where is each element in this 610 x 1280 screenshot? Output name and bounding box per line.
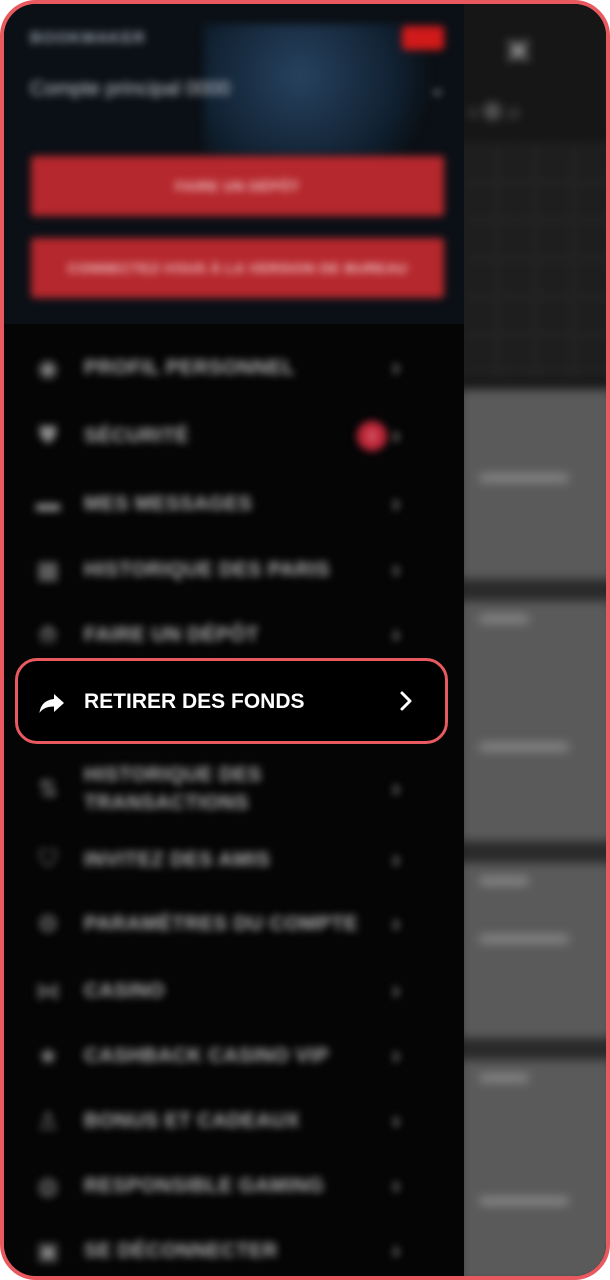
background-separator [459, 579, 606, 601]
language-flag-icon[interactable] [402, 26, 444, 50]
menu-item-label: CASHBACK CASINO VIP [84, 1045, 330, 1067]
background-separator [459, 841, 606, 863]
share-arrow-icon [36, 687, 68, 719]
chevron-right-icon: › [392, 977, 400, 1004]
shield-icon: ⛊ [39, 422, 57, 449]
deposit-button[interactable]: FAIRE UN DÉPÔT [31, 156, 444, 216]
phone-frame: ✕ › ⚙ ⌕ BOOKMAKER Compte principal 0000 … [0, 0, 610, 1280]
menu-item-account-settings[interactable]: ⚙ PARAMÈTRES DU COMPTE › [4, 892, 464, 956]
transactions-icon: ⇅ [37, 775, 59, 803]
menu-item-label: RESPONSIBLE GAMING [84, 1175, 325, 1197]
menu-item-label: PARAMÈTRES DU COMPTE [84, 913, 359, 935]
menu-item-messages[interactable]: ▬ MES MESSAGES › [4, 472, 464, 536]
chevron-right-icon: › [392, 354, 400, 381]
menu-item-cashback-vip[interactable]: ★ CASHBACK CASINO VIP › [4, 1024, 464, 1088]
deposit-icon: ⟰ [37, 621, 59, 649]
chevron-right-icon: › [392, 490, 400, 517]
background-separator [459, 1038, 606, 1060]
alert-badge: ! [357, 421, 387, 451]
envelope-icon: ▬ [36, 490, 60, 517]
chevron-right-icon: › [392, 621, 400, 648]
responsible-icon: ◍ [37, 1172, 59, 1200]
menu-item-withdraw-funds[interactable]: RETIRER DES FONDS [15, 658, 448, 744]
chevron-down-icon[interactable]: ⌄ [429, 76, 446, 101]
drawer-header: BOOKMAKER Compte principal 0000 ⌄ FAIRE … [4, 4, 464, 324]
menu-item-label: SÉCURITÉ [84, 425, 190, 447]
chevron-right-icon: › [392, 846, 400, 873]
background-grid [459, 144, 606, 379]
background-card [459, 389, 606, 579]
menu-item-label: PROFIL PERSONNEL [84, 357, 295, 379]
menu-item-label: CASINO [84, 980, 165, 1002]
chevron-right-icon [394, 689, 418, 713]
casino-icon: ⋈ [36, 977, 60, 1005]
menu-item-label: HISTORIQUE DES PARIS [84, 559, 330, 581]
menu-item-logout[interactable]: ▣ SE DÉCONNECTER › [4, 1219, 464, 1276]
menu-item-bonus-gifts[interactable]: ♙ BONUS ET CADEAUX › [4, 1089, 464, 1153]
menu-item-personal-profile[interactable]: ◉ PROFIL PERSONNEL › [4, 336, 464, 400]
chevron-right-icon: › [392, 775, 400, 802]
chevron-right-icon: › [392, 422, 400, 449]
gear-icon: ⚙ [37, 910, 59, 938]
menu-item-label: INVITEZ DES AMIS [84, 849, 271, 871]
menu-item-label: MES MESSAGES [84, 493, 253, 515]
menu-item-bet-history[interactable]: ▦ HISTORIQUE DES PARIS › [4, 538, 464, 602]
chevron-right-icon: › [392, 556, 400, 583]
side-drawer: BOOKMAKER Compte principal 0000 ⌄ FAIRE … [4, 4, 464, 1276]
background-card [459, 863, 606, 1038]
logout-icon: ▣ [36, 1237, 60, 1265]
menu-item-label: RETIRER DES FONDS [84, 690, 305, 713]
menu-item-label: HISTORIQUE DES TRANSACTIONS [84, 764, 262, 814]
menu-item-security[interactable]: ⛊ SÉCURITÉ ! › [4, 404, 464, 468]
menu-item-casino[interactable]: ⋈ CASINO › [4, 959, 464, 1023]
gift-icon: ⛉ [39, 846, 57, 873]
close-icon[interactable]: ✕ [504, 32, 533, 72]
desktop-version-button[interactable]: CONNECTEZ-VOUS À LA VERSION DE BUREAU [31, 238, 444, 298]
bonus-icon: ♙ [37, 1107, 59, 1135]
menu-item-label: FAIRE UN DÉPÔT [84, 624, 259, 646]
brand-logo: BOOKMAKER [30, 30, 146, 47]
menu-item-transaction-history[interactable]: ⇅ HISTORIQUE DES TRANSACTIONS › [4, 749, 464, 829]
chevron-right-icon: › [392, 1172, 400, 1199]
star-icon: ★ [37, 1042, 59, 1070]
user-icon: ◉ [37, 354, 59, 382]
background-toolbar: › ⚙ ⌕ [469, 99, 521, 124]
chevron-right-icon: › [392, 910, 400, 937]
background-app: ✕ › ⚙ ⌕ [459, 4, 606, 1276]
history-icon: ▦ [36, 556, 60, 584]
account-selector[interactable]: Compte principal 0000 [30, 78, 230, 101]
menu-item-responsible-gaming[interactable]: ◍ RESPONSIBLE GAMING › [4, 1154, 464, 1218]
chevron-right-icon: › [392, 1042, 400, 1069]
menu-item-label: SE DÉCONNECTER [84, 1240, 278, 1262]
chevron-right-icon: › [392, 1237, 400, 1264]
menu-item-invite-friends[interactable]: ⛉ INVITEZ DES AMIS › [4, 828, 464, 892]
menu-item-label: BONUS ET CADEAUX [84, 1110, 300, 1132]
chevron-right-icon: › [392, 1107, 400, 1134]
background-card [459, 601, 606, 841]
background-card [459, 1060, 606, 1276]
